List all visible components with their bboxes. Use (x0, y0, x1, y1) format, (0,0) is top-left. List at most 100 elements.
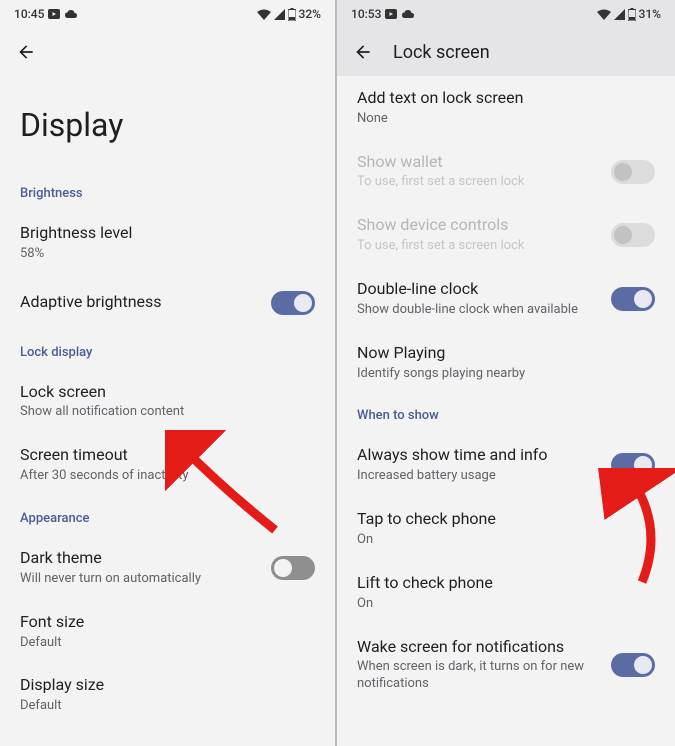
status-bar: 10:45 32% (0, 0, 335, 28)
setting-row[interactable]: Show walletTo use, first set a screen lo… (337, 140, 675, 204)
setting-text: Adaptive brightness (20, 292, 261, 313)
setting-subtitle: On (357, 532, 655, 549)
setting-title: Adaptive brightness (20, 292, 261, 313)
setting-row[interactable]: Dark theme Will never turn on automatical… (0, 536, 335, 600)
page-title: Display (0, 76, 335, 172)
page-title: Lock screen (393, 42, 490, 63)
youtube-icon (48, 9, 60, 19)
section-header: Lock display (0, 331, 335, 370)
setting-text: Show walletTo use, first set a screen lo… (357, 152, 601, 192)
screen-lock-screen-settings: 10:53 31% Lock screen Add text on lock s… (337, 0, 675, 746)
setting-row[interactable]: Double-line clock Show double-line clock … (337, 267, 675, 331)
status-bar: 10:53 31% (337, 0, 675, 28)
toggle-switch[interactable] (271, 291, 315, 315)
toggle-switch[interactable] (611, 453, 655, 477)
setting-title: Double-line clock (357, 279, 601, 300)
youtube-icon (385, 9, 397, 19)
setting-title: Add text on lock screen (357, 88, 655, 109)
setting-subtitle: To use, first set a screen lock (357, 174, 601, 191)
setting-row[interactable]: Wake screen for notificationsWhen screen… (337, 625, 675, 706)
back-button[interactable] (14, 40, 38, 64)
settings-list-right: Add text on lock screenNoneShow walletTo… (337, 76, 675, 705)
toggle-switch[interactable] (611, 287, 655, 311)
section-header: When to show (337, 394, 675, 433)
setting-row[interactable]: Add text on lock screen None (337, 76, 675, 140)
setting-title: Always show time and info (357, 445, 601, 466)
setting-row[interactable]: Always show time and info Increased batte… (337, 433, 675, 497)
cloud-icon (401, 9, 415, 19)
setting-subtitle: Default (20, 635, 315, 652)
setting-text: Screen timeoutAfter 30 seconds of inacti… (20, 445, 315, 485)
setting-title: Show wallet (357, 152, 601, 173)
section-header: Appearance (0, 497, 335, 536)
setting-text: Dark theme Will never turn on automatical… (20, 548, 261, 588)
setting-title: Show device controls (357, 215, 601, 236)
setting-row[interactable]: Lock screenShow all notification content (0, 370, 335, 434)
status-battery-pct: 31% (639, 7, 661, 21)
setting-text: Lift to check phone On (357, 573, 655, 613)
setting-text: Double-line clock Show double-line clock … (357, 279, 601, 319)
setting-title: Font size (20, 612, 315, 633)
setting-title: Now Playing (357, 343, 655, 364)
setting-subtitle: None (357, 111, 655, 128)
toggle-switch (611, 223, 655, 247)
settings-list-left: Brightness Brightness level 58% Adaptive br… (0, 172, 335, 727)
setting-text: Wake screen for notificationsWhen screen… (357, 637, 601, 694)
toggle-switch (611, 160, 655, 184)
setting-title: Screen timeout (20, 445, 315, 466)
setting-row[interactable]: Adaptive brightness (0, 275, 335, 331)
setting-title: Wake screen for notifications (357, 637, 601, 658)
setting-text: Font size Default (20, 612, 315, 652)
setting-title: Dark theme (20, 548, 261, 569)
header-row (0, 28, 335, 76)
battery-icon (288, 8, 296, 21)
signal-icon (274, 9, 285, 20)
setting-subtitle: Will never turn on automatically (20, 571, 261, 588)
setting-subtitle: Identify songs playing nearby (357, 366, 655, 383)
setting-row[interactable]: Brightness level 58% (0, 211, 335, 275)
setting-text: Tap to check phone On (357, 509, 655, 549)
setting-subtitle: Default (20, 698, 315, 715)
setting-row[interactable]: Lift to check phone On (337, 561, 675, 625)
back-button[interactable] (351, 40, 375, 64)
setting-text: Now Playing Identify songs playing nearby (357, 343, 655, 383)
setting-text: Brightness level 58% (20, 223, 315, 263)
setting-row[interactable]: Screen timeoutAfter 30 seconds of inacti… (0, 433, 335, 497)
setting-title: Tap to check phone (357, 509, 655, 530)
header-row: Lock screen (337, 28, 675, 76)
setting-subtitle: To use, first set a screen lock (357, 238, 601, 255)
setting-text: Always show time and info Increased batte… (357, 445, 601, 485)
wifi-icon (257, 9, 271, 20)
signal-icon (614, 9, 625, 20)
setting-row[interactable]: Font size Default (0, 600, 335, 664)
setting-title: Lift to check phone (357, 573, 655, 594)
status-battery-pct: 32% (299, 7, 321, 21)
cloud-icon (64, 9, 78, 19)
setting-row[interactable]: Now Playing Identify songs playing nearby (337, 331, 675, 395)
setting-subtitle: On (357, 596, 655, 613)
setting-subtitle: 58% (20, 246, 315, 263)
arrow-back-icon (353, 42, 373, 62)
screen-display-settings: 10:45 32% Display Brightness Brightness l… (0, 0, 337, 746)
setting-row[interactable]: Tap to check phone On (337, 497, 675, 561)
status-time: 10:45 (14, 7, 44, 21)
status-time: 10:53 (351, 7, 381, 21)
setting-row[interactable]: Show device controls To use, first set a … (337, 203, 675, 267)
arrow-back-icon (16, 42, 36, 62)
wifi-icon (597, 9, 611, 20)
setting-subtitle: When screen is dark, it turns on for new… (357, 659, 601, 693)
setting-text: Add text on lock screen None (357, 88, 655, 128)
setting-row[interactable]: Display size Default (0, 663, 335, 727)
section-header: Brightness (0, 172, 335, 211)
setting-text: Lock screenShow all notification content (20, 382, 315, 422)
setting-title: Display size (20, 675, 315, 696)
setting-text: Show device controls To use, first set a … (357, 215, 601, 255)
setting-subtitle: Show all notification content (20, 404, 315, 421)
setting-subtitle: Show double-line clock when available (357, 302, 601, 319)
battery-icon (628, 8, 636, 21)
setting-title: Brightness level (20, 223, 315, 244)
setting-subtitle: Increased battery usage (357, 468, 601, 485)
toggle-switch[interactable] (611, 653, 655, 677)
toggle-switch[interactable] (271, 556, 315, 580)
setting-text: Display size Default (20, 675, 315, 715)
